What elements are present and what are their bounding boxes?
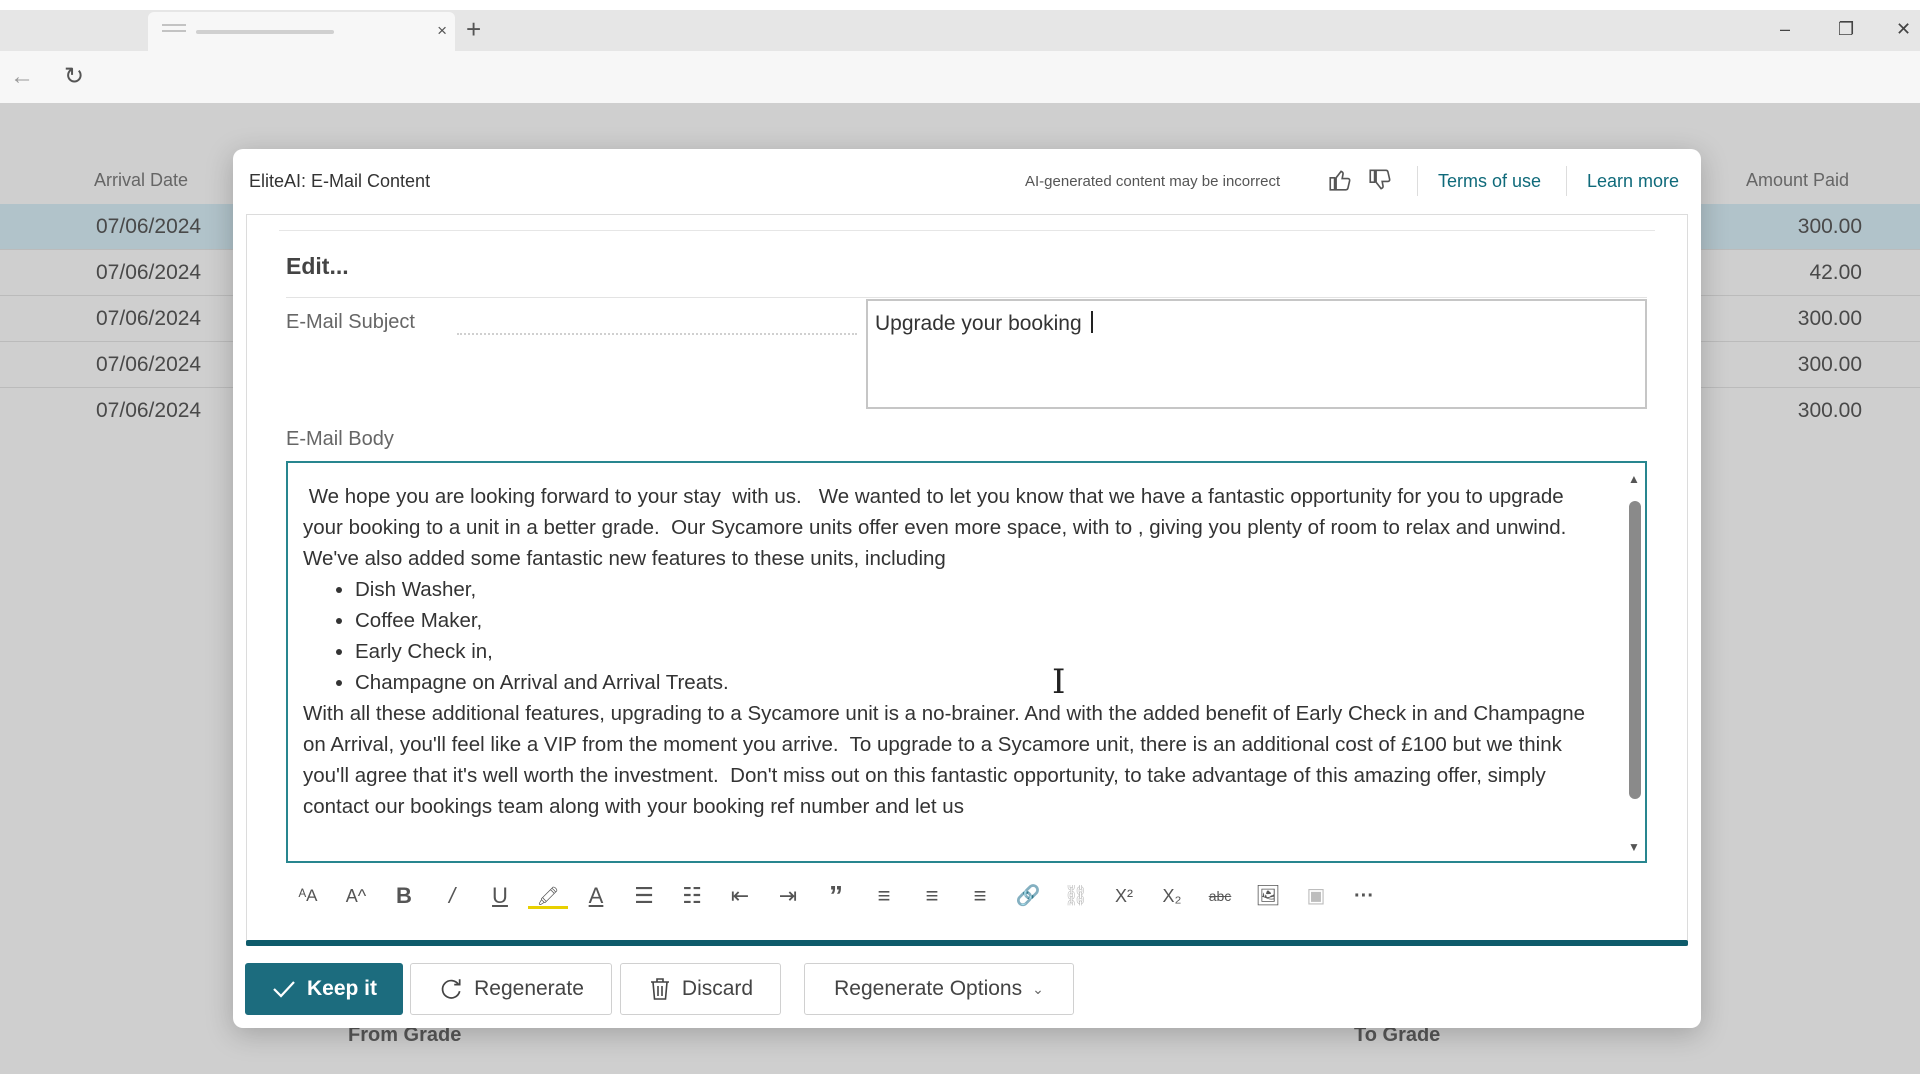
body-paragraph: With all these additional features, upgr… (303, 702, 1591, 818)
superscript-icon[interactable]: X² (1104, 879, 1144, 913)
list-item: Champagne on Arrival and Arrival Treats. (355, 667, 1603, 698)
body-paragraph: We've also added some fantastic new feat… (303, 547, 946, 570)
list-item: Coffee Maker, (355, 605, 1603, 636)
scroll-up-icon[interactable]: ▲ (1628, 473, 1640, 485)
discard-button[interactable]: Discard (620, 963, 781, 1015)
align-right-icon[interactable]: ≡ (960, 879, 1000, 913)
font-color-icon[interactable]: A (576, 879, 616, 913)
quote-icon[interactable]: ” (816, 879, 856, 913)
regenerate-options-label: Regenerate Options (834, 977, 1023, 1000)
regenerate-label: Regenerate (474, 977, 584, 1000)
font-size-icon[interactable]: ᴬA (288, 879, 328, 913)
discard-label: Discard (681, 977, 754, 1000)
email-subject-input[interactable]: Upgrade your booking (866, 299, 1647, 409)
tab-title-placeholder (196, 30, 334, 34)
regenerate-options-dropdown[interactable]: Regenerate Options ⌄ (804, 963, 1074, 1015)
formatting-toolbar: ᴬA A^ B / U 🖍 A ☰ ☷ ⇤ ⇥ ” ≡ ≡ ≡ 🔗 ⛓ X² X… (286, 875, 1647, 919)
trash-icon (650, 978, 669, 1000)
checkmark-icon (273, 981, 295, 998)
image-alt-text-icon[interactable]: ▣ (1296, 879, 1336, 913)
align-left-icon[interactable]: ≡ (864, 879, 904, 913)
edit-heading: Edit... (286, 253, 349, 279)
more-options-icon[interactable]: ··· (1344, 879, 1384, 913)
chevron-down-icon: ⌄ (1032, 980, 1044, 997)
regenerate-icon (441, 979, 461, 999)
email-subject-value: Upgrade your booking (875, 312, 1088, 335)
email-body-text[interactable]: We hope you are looking forward to your … (303, 481, 1603, 822)
thumbs-down-icon[interactable] (1367, 167, 1393, 193)
list-item: Dish Washer, (355, 574, 1603, 605)
refresh-icon[interactable]: ↻ (64, 63, 84, 91)
text-cursor-icon: I (1052, 662, 1066, 702)
indent-icon[interactable]: ⇥ (768, 879, 808, 913)
email-body-label: E-Mail Body (286, 428, 394, 450)
align-center-icon[interactable]: ≡ (912, 879, 952, 913)
subscript-icon[interactable]: X₂ (1152, 879, 1192, 913)
content-accent-bar (246, 940, 1688, 946)
bold-icon[interactable]: B (384, 879, 424, 913)
browser-toolbar: ← ↻ (0, 51, 1920, 103)
tab-favicon-icon (162, 24, 186, 40)
browser-tab-strip: × + – ❐ ✕ (0, 10, 1920, 51)
edit-divider (286, 297, 1647, 298)
thumbs-up-icon[interactable] (1327, 167, 1353, 193)
learn-more-link[interactable]: Learn more (1587, 171, 1679, 192)
restore-icon[interactable]: ❐ (1838, 18, 1854, 40)
insert-link-icon[interactable]: 🔗 (1008, 879, 1048, 913)
outdent-icon[interactable]: ⇤ (720, 879, 760, 913)
numbering-icon[interactable]: ☷ (672, 879, 712, 913)
dialog-title: EliteAI: E-Mail Content (249, 171, 431, 191)
insert-image-icon[interactable]: 🖼 (1248, 879, 1288, 913)
list-item: Early Check in, (355, 636, 1603, 667)
body-scrollbar[interactable]: ▲ ▼ (1625, 473, 1643, 853)
tab-close-icon[interactable]: × (437, 21, 447, 41)
ai-disclaimer: AI-generated content may be incorrect (1025, 173, 1281, 190)
header-separator (1566, 166, 1567, 196)
email-body-editor[interactable]: We hope you are looking forward to your … (286, 461, 1647, 863)
keep-it-button[interactable]: Keep it (245, 963, 403, 1015)
bottom-edge (0, 1074, 1920, 1080)
scroll-down-icon[interactable]: ▼ (1628, 841, 1640, 853)
back-icon[interactable]: ← (10, 63, 34, 91)
header-separator (1417, 166, 1418, 196)
minimize-icon[interactable]: – (1780, 18, 1790, 40)
remove-link-icon[interactable]: ⛓ (1056, 879, 1096, 913)
feature-list: Dish Washer, Coffee Maker, Early Check i… (303, 574, 1603, 698)
text-caret (1091, 311, 1094, 333)
bullets-icon[interactable]: ☰ (624, 879, 664, 913)
terms-of-use-link[interactable]: Terms of use (1438, 171, 1541, 192)
dialog-content: Edit... E-Mail Subject Upgrade your book… (246, 214, 1688, 946)
highlight-icon[interactable]: 🖍 (528, 879, 568, 909)
email-subject-label: E-Mail Subject (286, 311, 415, 333)
strikethrough-icon[interactable]: abc (1200, 879, 1240, 913)
browser-tab[interactable]: × (148, 12, 455, 51)
grow-font-icon[interactable]: A^ (336, 879, 376, 913)
italic-icon[interactable]: / (432, 879, 472, 913)
new-tab-button[interactable]: + (466, 16, 481, 42)
regenerate-button[interactable]: Regenerate (410, 963, 612, 1015)
body-paragraph: We hope you are looking forward to your … (303, 485, 1570, 539)
underline-icon[interactable]: U (480, 879, 520, 913)
content-top-divider (279, 230, 1655, 231)
label-leader-dots (457, 333, 857, 335)
keep-it-label: Keep it (306, 977, 377, 1000)
window-close-icon[interactable]: ✕ (1896, 18, 1911, 40)
email-content-dialog: EliteAI: E-Mail Content AI-generated con… (233, 149, 1701, 1028)
scrollbar-thumb[interactable] (1629, 501, 1641, 799)
